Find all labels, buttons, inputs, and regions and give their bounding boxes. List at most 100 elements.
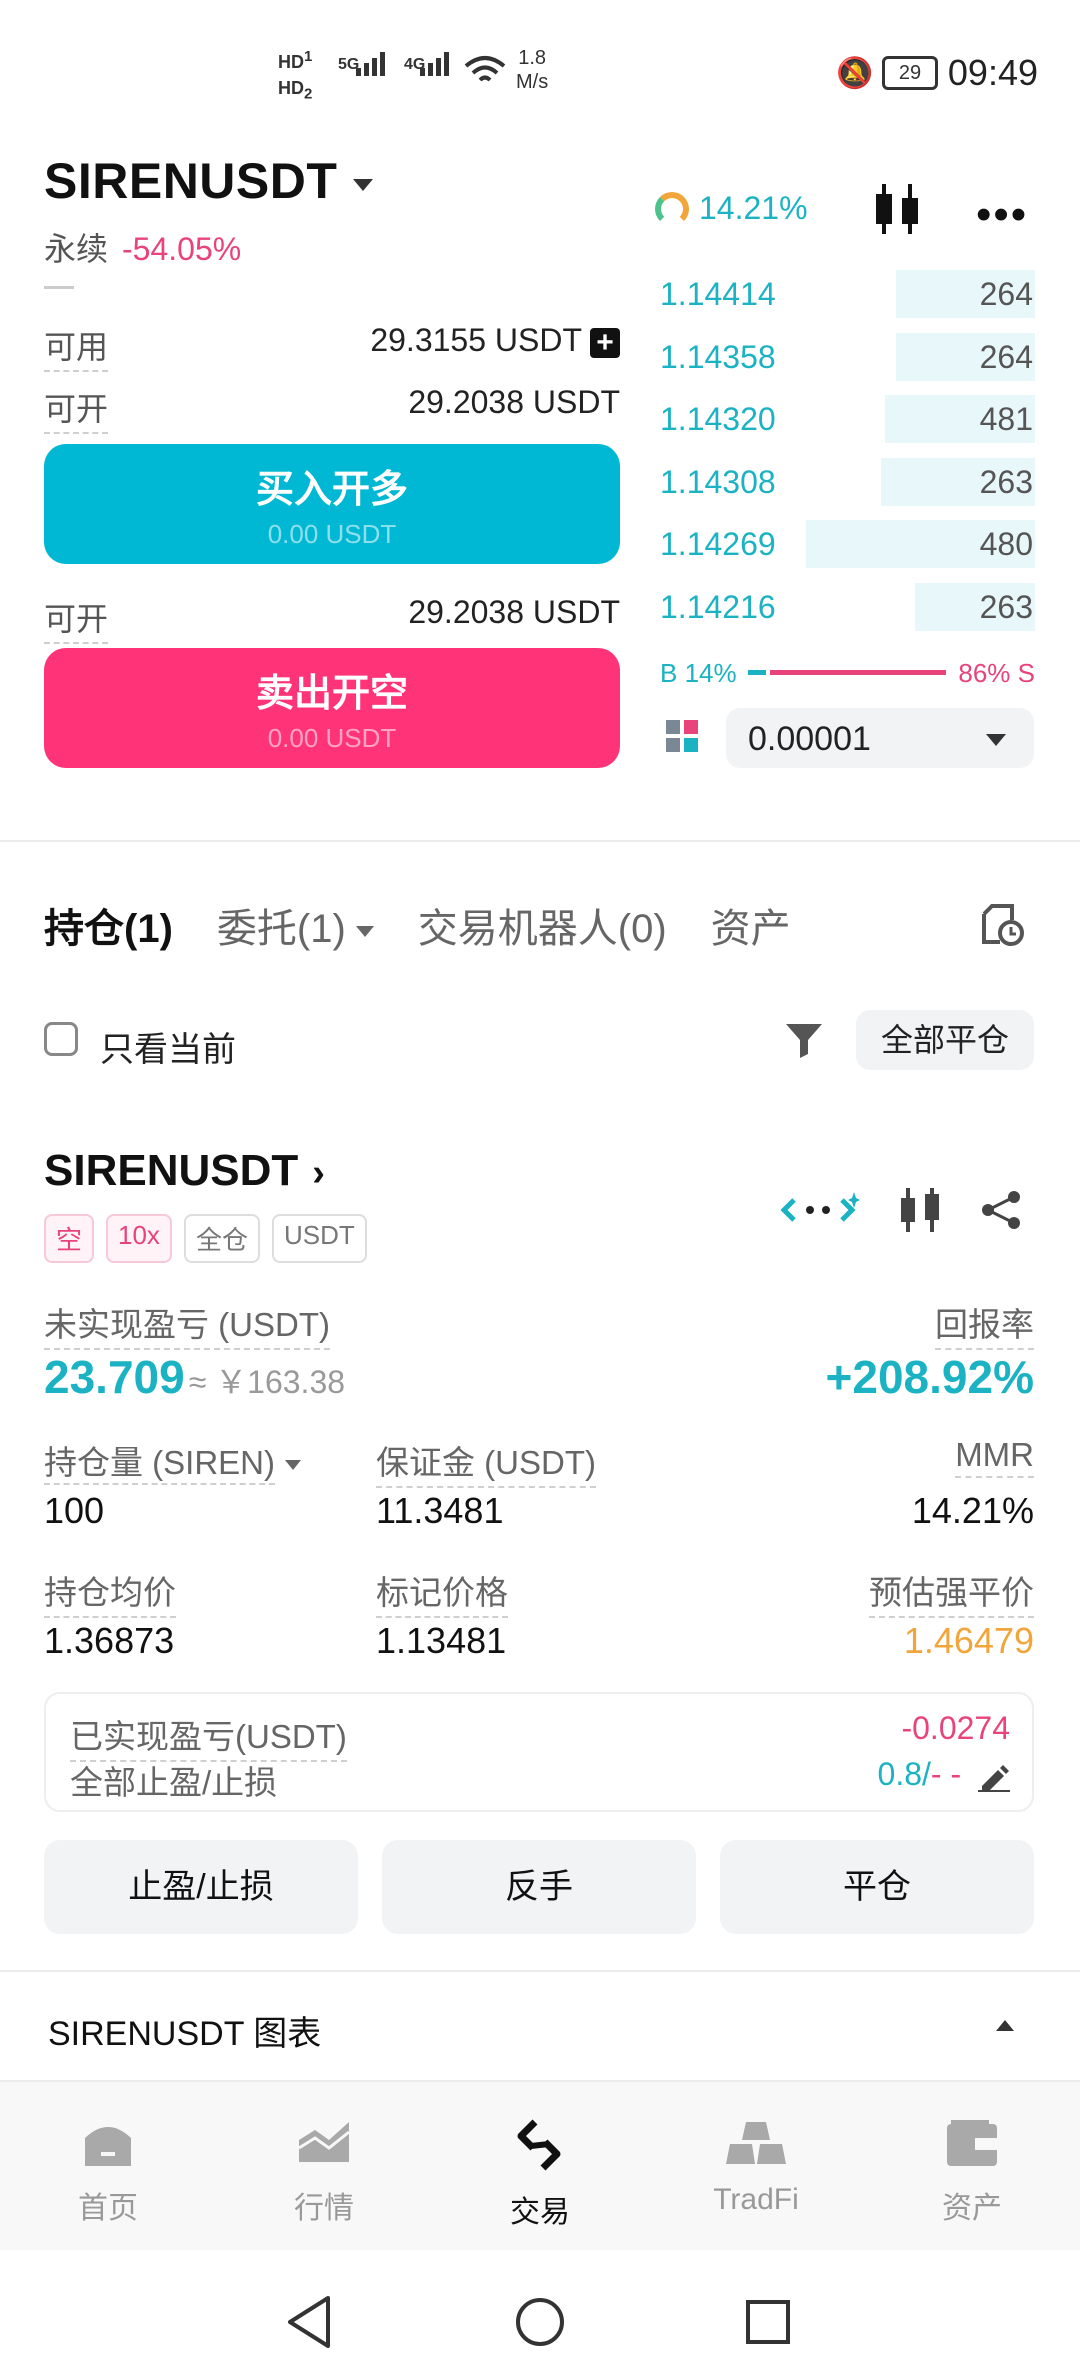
risk-indicator[interactable]: 14.21% [655,190,808,227]
tab-bots[interactable]: 交易机器人(0) [418,896,667,954]
roi-label: 回报率 [935,1298,1034,1350]
unrealized-pnl-label: 未实现盈亏 (USDT) [44,1298,330,1350]
open-value-short: 29.2038 USDT [408,594,620,630]
mmr-value: 14.21% [911,1490,1034,1531]
reverse-button[interactable]: 反手 [382,1840,696,1934]
margin-mode-tag[interactable]: 全仓 [183,1214,260,1263]
orderbook-price: 1.14269 [660,526,776,562]
sell-ratio: 86% S [958,658,1035,688]
orderbook-qty: 481 [979,401,1033,437]
orderbook-price: 1.14216 [660,588,776,625]
home-icon [85,2127,131,2166]
buy-sell-ratio: B 14% 86% S [660,654,1035,690]
sell-ratio-bar [770,670,946,675]
side-tag: 空 [44,1214,95,1263]
sell-label: 卖出开空 [255,673,408,715]
orderbook-qty: 263 [979,588,1033,625]
orderbook-row[interactable]: 1.14414 264 [660,266,1035,322]
chevron-down-icon [285,1460,301,1471]
chevron-up-icon[interactable] [996,2020,1014,2031]
buy-sub: 0.00 USDT [267,519,397,549]
contract-info: 永续 -54.05% [44,224,241,270]
unrealized-pnl: 23.709 ≈ ￥163.38 [44,1350,345,1404]
tab-orders[interactable]: 委托(1) [217,896,374,954]
mmr-label: MMR [955,1436,1034,1478]
chart-section-toggle[interactable]: SIRENUSDT 图表 [48,2006,321,2055]
gold-bars-icon [726,2122,786,2164]
orderbook-price: 1.14320 [660,401,776,437]
gauge-icon [655,191,689,226]
nav-home[interactable]: 首页 [38,2118,178,2227]
mark-price-value: 1.13481 [376,1620,507,1661]
clock: 09:49 [947,52,1038,93]
available-value: 29.3155 USDT + [370,322,620,359]
tab-assets[interactable]: 资产 [711,896,791,954]
filter-icon[interactable] [784,1020,824,1060]
tick-size-value: 0.00001 [748,720,871,758]
orderbook-qty: 263 [979,463,1033,500]
realized-pnl-value: -0.0274 [901,1710,1010,1746]
close-position-button[interactable]: 平仓 [720,1840,1034,1934]
orderbook-row[interactable]: 1.14269 480 [660,516,1035,572]
system-nav-bar [0,2250,1080,2376]
more-icon[interactable]: ••• [976,190,1028,240]
liq-price-label: 预估强平价 [869,1566,1034,1618]
orderbook-price: 1.14414 [660,276,776,312]
orderbook-price: 1.14358 [660,338,776,375]
orderbook-layout-icon[interactable] [666,720,700,754]
tpsl-value[interactable]: 0.8/- - [878,1756,1010,1793]
chevron-down-icon [353,178,374,191]
symbol-name: SIRENUSDT [44,153,338,209]
history-icon[interactable] [978,900,1026,948]
orderbook-row[interactable]: 1.14216 263 [660,579,1035,635]
candlestick-icon[interactable] [872,182,922,236]
home-circle-icon[interactable] [514,2296,566,2348]
leverage-tag[interactable]: 10x [106,1214,172,1263]
chevron-down-icon [986,734,1006,746]
close-all-button[interactable]: 全部平仓 [856,1010,1034,1070]
nav-assets[interactable]: 资产 [902,2118,1042,2227]
tpsl-button[interactable]: 止盈/止损 [44,1840,358,1934]
asset-tag: USDT [271,1214,367,1263]
size-label[interactable]: 持仓量 (SIREN) [44,1436,301,1485]
sell-sub: 0.00 USDT [267,723,397,753]
orderbook-price: 1.14308 [660,463,776,500]
buy-ratio: B 14% [660,658,737,688]
orderbook-row[interactable]: 1.14308 263 [660,454,1035,510]
orderbook-row[interactable]: 1.14320 481 [660,391,1035,447]
bottom-nav: 首页 行情 交易 TradFi 资产 [0,2080,1080,2252]
nav-market[interactable]: 行情 [254,2118,394,2227]
buy-label: 买入开多 [255,469,408,511]
position-symbol[interactable]: SIRENUSDT › [44,1146,325,1196]
position-tags: 空 10x 全仓 USDT [44,1214,367,1263]
tick-size-select[interactable]: 0.00001 [726,708,1034,768]
market-chart-icon [298,2122,350,2162]
back-icon[interactable] [284,2294,334,2350]
divider [0,840,1080,842]
share-icon[interactable] [980,1189,1022,1231]
orderbook-qty: 480 [979,526,1033,562]
signal-4g-icon [420,52,449,76]
edit-icon[interactable] [978,1762,1010,1792]
margin-value: 11.3481 [376,1490,504,1531]
candlestick-icon[interactable] [898,1186,942,1234]
only-current-checkbox[interactable] [44,1022,78,1056]
sell-short-button[interactable]: 卖出开空 0.00 USDT [44,648,620,768]
orderbook-row[interactable]: 1.14358 264 [660,329,1035,385]
pnl-detail-box: 已实现盈亏(USDT) -0.0274 全部止盈/止损 0.8/- - [44,1692,1034,1812]
mark-price-label: 标记价格 [376,1566,508,1618]
chevron-down-icon [355,925,374,937]
recents-icon[interactable] [744,2298,792,2346]
realized-pnl-label: 已实现盈亏(USDT) [70,1710,347,1762]
buy-long-button[interactable]: 买入开多 0.00 USDT [44,444,620,564]
symbol-selector[interactable]: SIRENUSDT [44,152,374,210]
nav-tradfi[interactable]: TradFi [686,2118,826,2217]
network-speed: 1.8 M/s [516,47,549,93]
partial-checkbox [44,280,74,289]
price-change: -54.05% [122,231,242,267]
transfer-plus-icon[interactable]: + [590,327,620,358]
tab-positions[interactable]: 持仓(1) [44,896,173,954]
nav-trade[interactable]: 交易 [470,2118,610,2231]
liq-price-value: 1.46479 [903,1620,1034,1661]
bot-icon[interactable] [780,1190,860,1230]
